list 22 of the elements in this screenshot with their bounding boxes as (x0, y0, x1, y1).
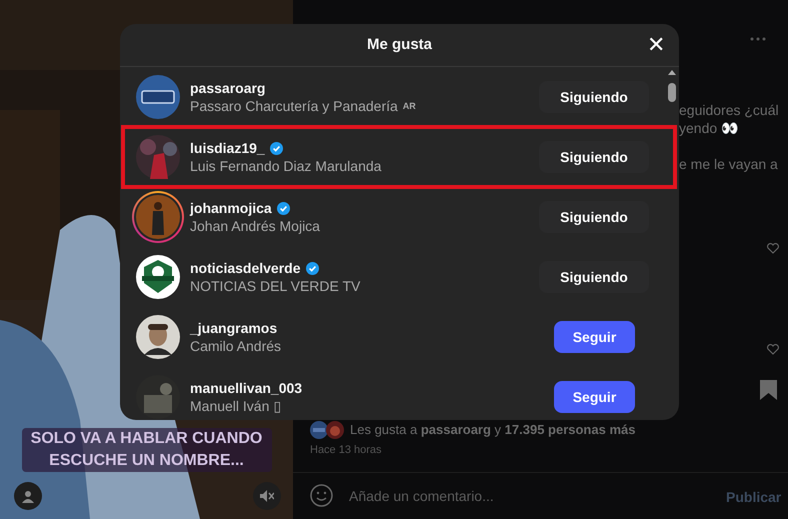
caption-text: yendo 👀 (679, 119, 738, 138)
caption-text: e me le vayan a (679, 155, 778, 174)
follow-button[interactable]: Seguir (554, 321, 635, 353)
bookmark-icon[interactable] (760, 380, 777, 400)
caption-text: eguidores ¿cuál (679, 101, 779, 120)
country-tag: AR (402, 97, 416, 115)
following-button[interactable]: Siguiendo (539, 261, 649, 293)
following-button[interactable]: Siguiendo (539, 141, 649, 173)
follow-button[interactable]: Seguir (554, 381, 635, 413)
following-button[interactable]: Siguiendo (539, 81, 649, 113)
comment-field[interactable]: Añade un comentario... (349, 486, 709, 506)
emoji-icon[interactable] (310, 484, 333, 507)
post-time: Hace 13 horas (310, 443, 382, 458)
more-icon[interactable] (750, 37, 766, 41)
dialog-title: Me gusta (366, 34, 432, 55)
likes-summary: Les gusta a passaroarg y 17.395 personas más (350, 421, 636, 439)
scroll-up-icon[interactable] (668, 70, 676, 75)
following-button[interactable]: Siguiendo (539, 201, 649, 233)
heart-icon[interactable] (767, 344, 779, 355)
heart-icon[interactable] (767, 243, 779, 254)
scrollbar-thumb[interactable] (668, 83, 676, 102)
close-button[interactable]: ✕ (647, 32, 665, 58)
